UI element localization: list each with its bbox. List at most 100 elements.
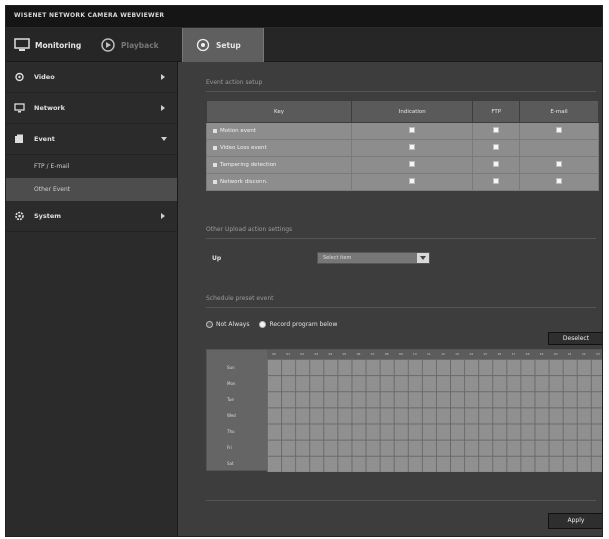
table-row: Motion event <box>205 122 599 140</box>
indication-checkbox[interactable] <box>409 127 416 133</box>
table-row: Video Loss event <box>205 139 599 157</box>
row-label: Network disconn. <box>220 179 268 185</box>
hour-label: 02 <box>300 352 305 356</box>
upload-select[interactable]: Select item <box>317 252 430 264</box>
ftp-checkbox[interactable] <box>493 127 500 133</box>
table-cell <box>472 173 520 191</box>
chevron-right-icon <box>161 105 165 111</box>
hour-label: 15 <box>483 352 488 356</box>
row-label: Motion event <box>220 128 257 134</box>
bullet-icon <box>213 128 217 133</box>
table-cell <box>472 156 520 174</box>
sidebar-subitem-label: FTP / E-mail <box>34 163 70 170</box>
hour-label: 22 <box>581 352 586 356</box>
table-cell <box>519 122 599 140</box>
table-row: Tampering detection <box>205 156 599 174</box>
event-icon <box>15 134 23 143</box>
sidebar: Video Network Event FTP / E-mail Other E… <box>6 62 178 536</box>
hour-label: 21 <box>567 352 572 356</box>
hour-label: 23 <box>595 352 600 356</box>
hour-label: 03 <box>314 352 319 356</box>
day-label: Mon <box>227 380 236 386</box>
day-label: Fri <box>227 445 232 451</box>
table-cell <box>351 122 474 140</box>
row-label-cell: Tampering detection <box>205 156 353 174</box>
dropdown-arrow-icon[interactable] <box>417 253 429 263</box>
hour-label: 07 <box>370 352 375 356</box>
sidebar-item-network[interactable]: Network <box>6 93 177 124</box>
main-panel: Event action setup Key Indication FTP E-… <box>178 62 602 536</box>
tab-label: Setup <box>216 40 241 50</box>
sidebar-item-video[interactable]: Video <box>6 62 177 93</box>
ftp-checkbox[interactable] <box>493 161 500 167</box>
title-bar: WISENET NETWORK CAMERA WEBVIEWER <box>6 6 602 28</box>
column-header: E-mail <box>519 100 599 123</box>
event-action-table: Key Indication FTP E-mail Motion event V… <box>205 100 599 191</box>
radio-not-always[interactable] <box>206 321 213 328</box>
deselect-button[interactable]: Deselect <box>548 332 602 345</box>
hour-label: 18 <box>525 352 530 356</box>
hour-label: 13 <box>455 352 459 356</box>
hour-label: 08 <box>384 352 389 356</box>
tab-playback[interactable]: Playback <box>100 28 178 62</box>
sidebar-item-system[interactable]: System <box>6 201 177 232</box>
schedule-grid: 00 01 02 03 04 05 06 07 08 09 10 11 12 13 14 15 16 17 18 19… <box>206 349 602 472</box>
divider <box>206 500 596 501</box>
radio-record-program[interactable] <box>259 321 267 328</box>
ftp-checkbox[interactable] <box>493 144 500 150</box>
window-title: WISENET NETWORK CAMERA WEBVIEWER <box>14 12 165 19</box>
sidebar-item-label: Network <box>34 104 65 112</box>
webviewer-window: WISENET NETWORK CAMERA WEBVIEWER Monitor… <box>5 5 603 537</box>
hour-label: 17 <box>511 352 516 356</box>
schedule-cells[interactable] <box>267 359 602 472</box>
bullet-icon <box>213 179 217 184</box>
hour-header-row: 00 01 02 03 04 05 06 07 08 09 10 11 12 13 14 15 16 17 18 19… <box>267 350 602 359</box>
hour-label: 00 <box>272 352 276 356</box>
upload-field-label: Up <box>212 255 222 262</box>
sidebar-item-label: Event <box>34 135 55 143</box>
tab-monitoring[interactable]: Monitoring <box>14 28 96 62</box>
sidebar-item-event[interactable]: Event <box>6 124 177 155</box>
divider <box>206 91 596 92</box>
hour-label: 01 <box>286 352 291 356</box>
table-cell <box>351 173 474 191</box>
row-label: Video Loss event <box>220 145 267 151</box>
monitor-icon <box>14 38 30 51</box>
hour-label: 19 <box>539 352 544 356</box>
bullet-icon <box>213 145 217 150</box>
table-cell <box>519 156 599 174</box>
hour-label: 09 <box>398 352 403 356</box>
chevron-down-icon <box>161 137 167 141</box>
sidebar-item-label: System <box>34 212 62 220</box>
day-label: Sat <box>227 461 234 467</box>
row-label: Tampering detection <box>220 162 277 168</box>
radio-label: Record program below <box>269 321 338 328</box>
sidebar-item-label: Video <box>34 73 55 81</box>
hour-label: 06 <box>356 352 361 356</box>
day-label: Wed <box>227 412 236 418</box>
day-label: Thu <box>227 429 235 435</box>
tab-setup[interactable]: Setup <box>182 28 264 62</box>
indication-checkbox[interactable] <box>409 161 416 167</box>
indication-checkbox[interactable] <box>409 178 416 184</box>
radio-label: Not Always <box>216 321 250 328</box>
apply-button[interactable]: Apply <box>548 513 602 529</box>
section-title-upload: Other Upload action settings <box>206 226 293 233</box>
table-row: Network disconn. <box>205 173 599 191</box>
day-label-column: Sun Mon Tue Wed Thu Fri Sat <box>207 359 267 472</box>
setup-icon <box>196 38 210 52</box>
email-checkbox[interactable] <box>556 127 562 133</box>
ftp-checkbox[interactable] <box>493 178 500 184</box>
sidebar-subitem-label: Other Event <box>34 186 71 193</box>
divider <box>206 307 596 308</box>
column-header: Key <box>205 100 353 123</box>
sidebar-subitem-other-event[interactable]: Other Event <box>6 178 177 201</box>
table-cell <box>351 139 474 157</box>
section-title-schedule: Schedule preset event <box>206 295 274 302</box>
indication-checkbox[interactable] <box>409 144 416 150</box>
email-checkbox[interactable] <box>556 161 562 167</box>
table-cell <box>519 173 599 191</box>
email-checkbox[interactable] <box>556 178 562 184</box>
sidebar-subitem-ftp-email[interactable]: FTP / E-mail <box>6 155 177 178</box>
chevron-right-icon <box>161 213 165 219</box>
